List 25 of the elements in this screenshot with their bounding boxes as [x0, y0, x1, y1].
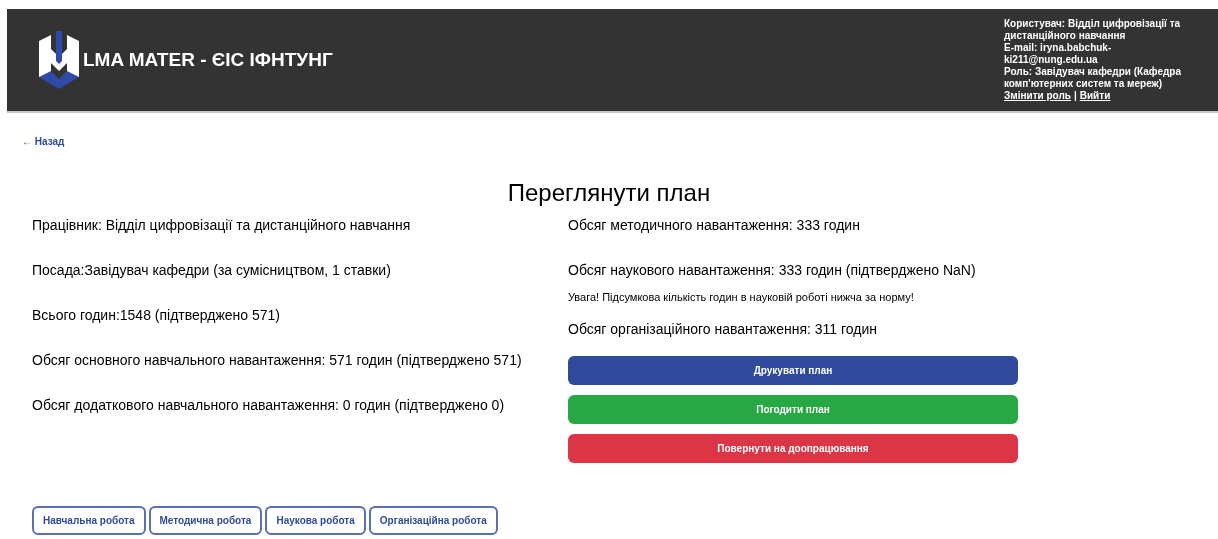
- logout-link[interactable]: Вийти: [1079, 90, 1111, 102]
- info-text: Обсяг основного навчального навантаження: 571 годин (підтверджено 571): [32, 351, 523, 370]
- user-info-text: Користувач: Відділ цифровізації та дистанційного навчання: [1004, 18, 1182, 42]
- section-tab[interactable]: Наукова робота: [265, 506, 366, 535]
- info-text: Обсяг організаційного навантаження: 311 годин: [568, 320, 878, 339]
- logo-icon: [37, 31, 81, 89]
- back-link[interactable]: ← Назад: [22, 136, 65, 147]
- info-text: Працівник: Відділ цифровізації та дистанційного навчання: [32, 216, 412, 235]
- section-tab[interactable]: Організаційна робота: [368, 506, 498, 535]
- warning-text: Увага! Підсумкова кількість годин в науковій роботі нижча за норму!: [568, 290, 915, 304]
- user-info-text: Роль: Завідувач кафедри (Кафедра комп'ютерних систем та мереж): [1004, 66, 1183, 90]
- info-text: Посада:Завідувач кафедри (за сумісництвом, 1 ставки): [32, 261, 392, 280]
- section-tab[interactable]: Методична робота: [148, 506, 263, 535]
- logo-text: LMA MATER - ЄІС ІФНТУНГ: [83, 47, 333, 72]
- change-role-link[interactable]: Змінити роль: [1004, 90, 1071, 102]
- section-tab[interactable]: Навчальна робота: [32, 506, 146, 535]
- info-text: Обсяг наукового навантаження: 333 годин (підтверджено NaN): [568, 261, 977, 280]
- info-text: Всього годин:1548 (підтверджено 571): [32, 306, 282, 325]
- user-info-text: E-mail: iryna.babchuk-ki211@nung.edu.ua: [1004, 42, 1113, 66]
- separator-text: |: [1073, 90, 1077, 102]
- action-button[interactable]: Повернути на доопрацювання: [568, 434, 1018, 463]
- info-text: Обсяг додаткового навчального навантаження: 0 годин (підтверджено 0): [32, 396, 506, 415]
- page-title: Переглянути план: [506, 178, 712, 208]
- info-text: Обсяг методичного навантаження: 333 годин: [568, 216, 861, 235]
- action-button[interactable]: Друкувати план: [568, 356, 1018, 385]
